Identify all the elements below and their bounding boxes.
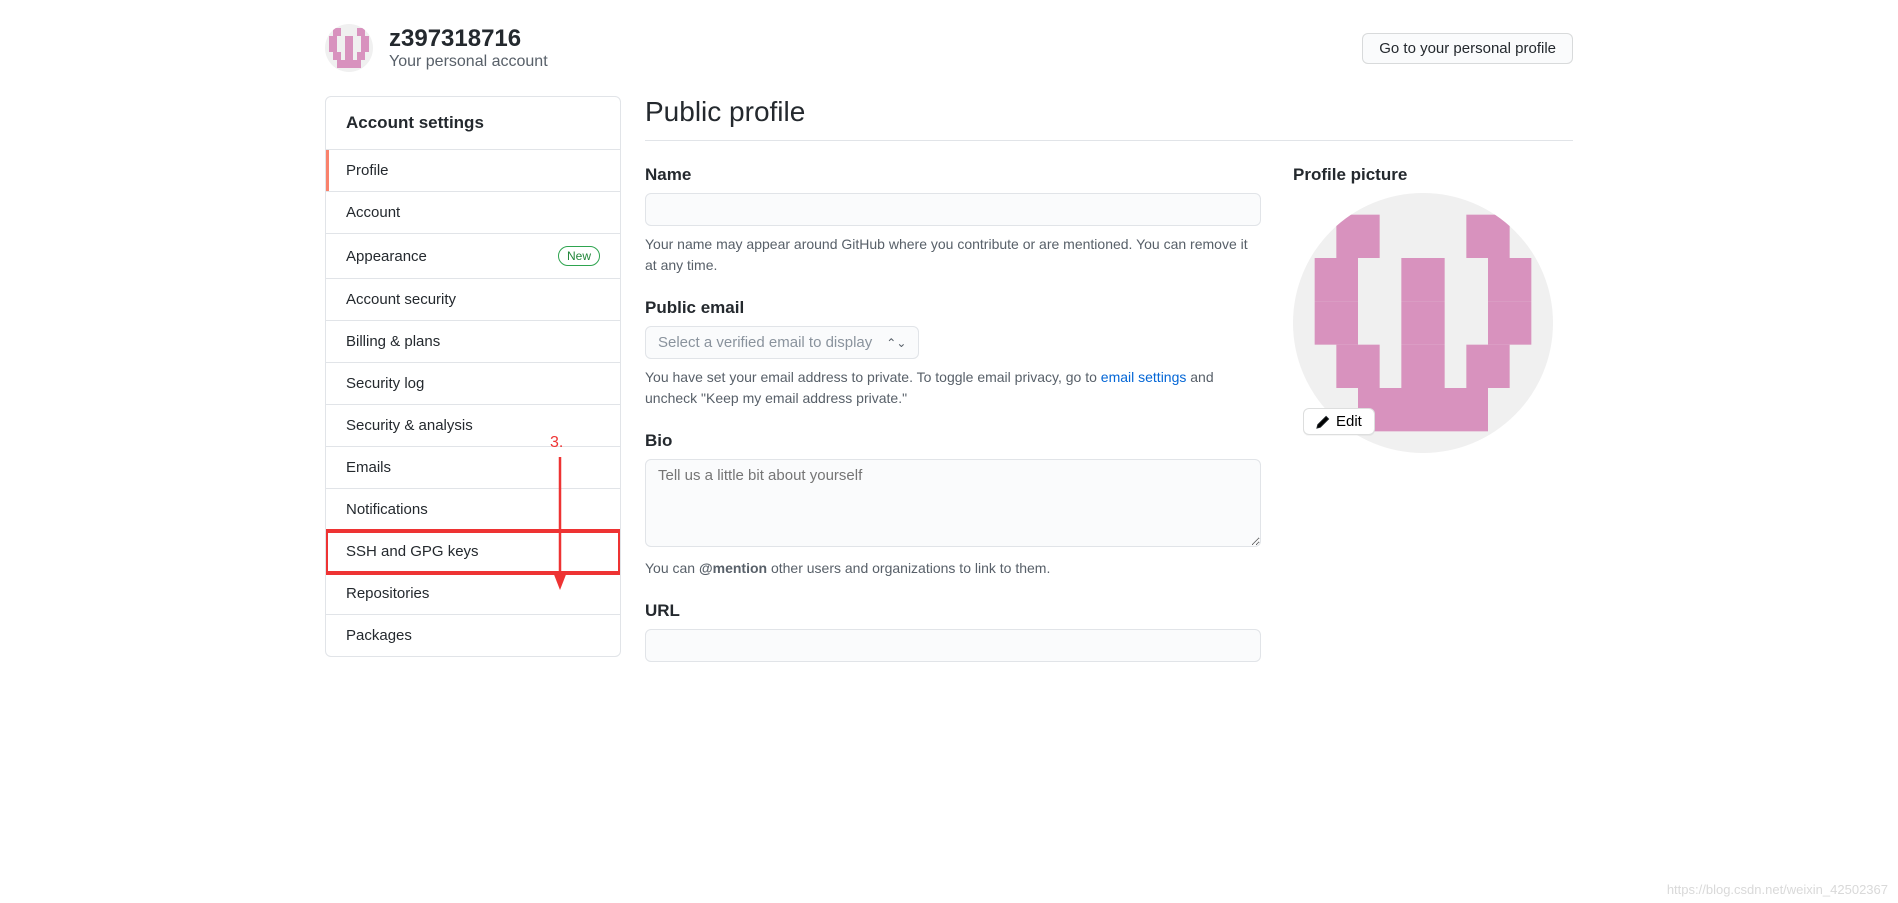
email-settings-link[interactable]: email settings xyxy=(1101,369,1187,385)
sidebar-item-packages[interactable]: Packages xyxy=(326,615,620,656)
email-select[interactable]: Select a verified email to display ⌃⌄ xyxy=(645,326,919,359)
edit-label: Edit xyxy=(1336,413,1362,430)
chevron-updown-icon: ⌃⌄ xyxy=(886,336,906,350)
sidebar-item-label: Profile xyxy=(346,162,389,179)
go-profile-button[interactable]: Go to your personal profile xyxy=(1362,33,1573,64)
sidebar-item-label: Security log xyxy=(346,375,424,392)
sidebar-item-security-log[interactable]: Security log xyxy=(326,363,620,405)
watermark: https://blog.csdn.net/weixin_42502367 xyxy=(1667,882,1888,897)
pencil-icon xyxy=(1316,415,1330,429)
edit-picture-button[interactable]: Edit xyxy=(1303,408,1375,435)
settings-sidebar: Account settings Profile Account Appeara… xyxy=(325,96,621,657)
bio-textarea[interactable] xyxy=(645,459,1261,547)
sidebar-item-repositories[interactable]: Repositories xyxy=(326,573,620,615)
account-subtitle: Your personal account xyxy=(389,53,548,71)
sidebar-item-account[interactable]: Account xyxy=(326,192,620,234)
name-input[interactable] xyxy=(645,193,1261,226)
bio-hint: You can @mention other users and organiz… xyxy=(645,558,1261,579)
bio-label: Bio xyxy=(645,431,1261,451)
sidebar-item-label: Emails xyxy=(346,459,391,476)
avatar xyxy=(325,24,373,72)
url-label: URL xyxy=(645,601,1261,621)
sidebar-item-label: Repositories xyxy=(346,585,429,602)
sidebar-item-emails[interactable]: Emails xyxy=(326,447,620,489)
sidebar-item-ssh-keys[interactable]: SSH and GPG keys xyxy=(326,531,620,573)
email-select-placeholder: Select a verified email to display xyxy=(658,334,872,351)
sidebar-item-label: Account security xyxy=(346,291,456,308)
sidebar-item-security-analysis[interactable]: Security & analysis xyxy=(326,405,620,447)
sidebar-item-account-security[interactable]: Account security xyxy=(326,279,620,321)
profile-picture-label: Profile picture xyxy=(1293,165,1573,185)
sidebar-item-label: Notifications xyxy=(346,501,428,518)
email-hint: You have set your email address to priva… xyxy=(645,367,1261,409)
sidebar-item-label: Security & analysis xyxy=(346,417,473,434)
sidebar-item-label: Appearance xyxy=(346,248,427,265)
sidebar-item-label: Billing & plans xyxy=(346,333,440,350)
name-hint: Your name may appear around GitHub where… xyxy=(645,234,1261,276)
username: z397318716 xyxy=(389,25,548,54)
sidebar-item-label: SSH and GPG keys xyxy=(346,543,479,560)
sidebar-item-label: Account xyxy=(346,204,400,221)
sidebar-item-notifications[interactable]: Notifications xyxy=(326,489,620,531)
sidebar-item-label: Packages xyxy=(346,627,412,644)
email-label: Public email xyxy=(645,298,1261,318)
divider xyxy=(645,140,1573,141)
sidebar-item-profile[interactable]: Profile xyxy=(326,150,620,192)
sidebar-header: Account settings xyxy=(326,97,620,150)
new-badge: New xyxy=(558,246,600,266)
sidebar-item-billing[interactable]: Billing & plans xyxy=(326,321,620,363)
name-label: Name xyxy=(645,165,1261,185)
sidebar-item-appearance[interactable]: Appearance New xyxy=(326,234,620,279)
page-title: Public profile xyxy=(645,96,1573,128)
url-input[interactable] xyxy=(645,629,1261,662)
